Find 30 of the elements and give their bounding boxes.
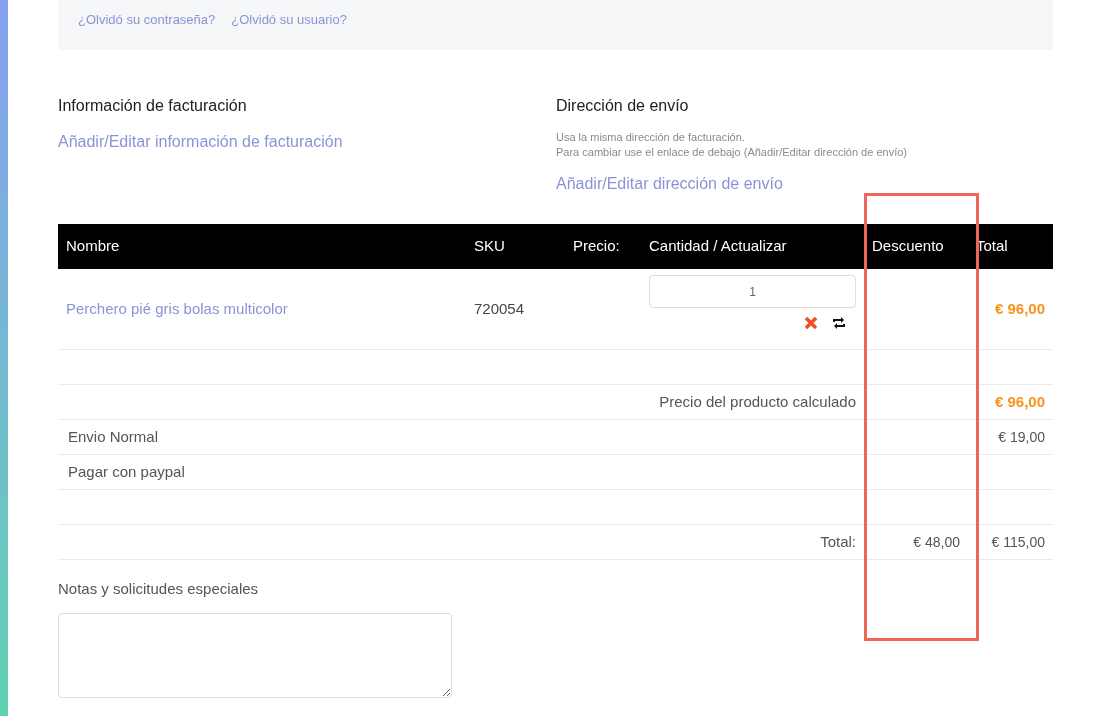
section-title: Dirección de envío [556,96,690,116]
note-text: Usa la misma dirección de facturación. [556,130,746,145]
forgot-link[interactable]: ¿Olvidó su usuario? [231,10,347,30]
summary-label: Total: [820,531,857,552]
column-header: Total [975,236,1009,257]
section-title: Información de facturación [58,96,248,116]
discount-value: € 48,00 [913,532,961,552]
remove-icon[interactable] [804,316,818,330]
forgot-link[interactable]: ¿Olvidó su contraseña? [78,10,216,30]
total-value: € 115,00 [991,532,1046,552]
product-link[interactable]: Perchero pié gris bolas multicolor [58,297,288,321]
column-header: Nombre [65,236,121,257]
refresh-icon[interactable] [832,316,846,330]
column-header: Cantidad / Actualizar [648,236,788,257]
total-value: € 19,00 [998,427,1046,447]
column-header: SKU [473,236,506,257]
notes-label: Notas y solicitudes especiales [58,579,260,599]
column-header: Descuento [871,236,945,257]
summary-label: Pagar con paypal [67,461,186,482]
edit-shipping-link[interactable]: Añadir/Editar dirección de envío [556,172,1053,196]
notes-field[interactable] [58,612,452,698]
note-text: Para cambiar use el enlace de debajo (Añadir/Editar dirección de envío) [556,145,908,160]
column-header: Precio: [572,236,621,257]
sku-cell-text: 720054 [473,298,525,319]
summary-label: Envio Normal [67,426,160,447]
summary-label: Precio del producto calculado [659,391,857,412]
total-value: € 96,00 [994,391,1046,412]
edit-billing-link[interactable]: Añadir/Editar información de facturación [58,130,556,154]
line-total: € 96,00 [994,298,1046,319]
quantity-field[interactable]: 1 [649,275,856,308]
